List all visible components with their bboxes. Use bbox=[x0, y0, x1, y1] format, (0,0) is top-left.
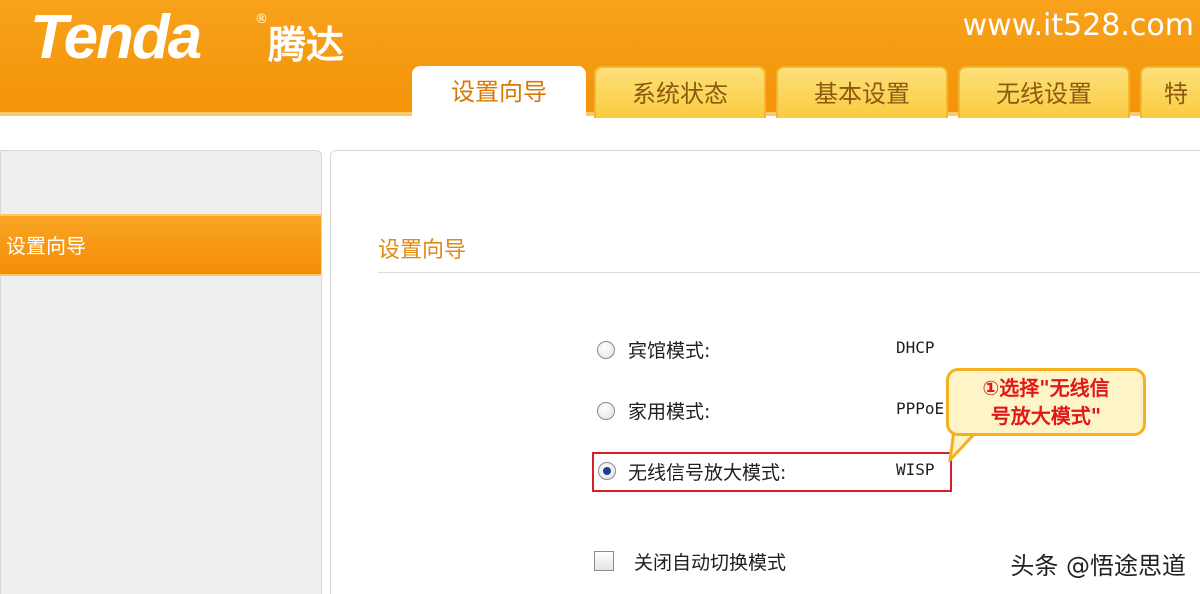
checkbox-label: 关闭自动切换模式 bbox=[634, 552, 787, 574]
source-watermark: 头条 @悟途思道 bbox=[1010, 552, 1186, 580]
auto-switch-checkbox[interactable] bbox=[594, 551, 614, 571]
page-title: 设置向导 bbox=[378, 238, 467, 263]
option-label-home: 家用模式: bbox=[628, 401, 711, 423]
callout-line-2: 号放大模式" bbox=[990, 404, 1102, 428]
brand-logo: Tenda bbox=[30, 3, 202, 72]
option-value-dhcp: DHCP bbox=[896, 338, 935, 357]
option-label-hotel: 宾馆模式: bbox=[628, 340, 711, 362]
sidebar-item-label: 设置向导 bbox=[6, 234, 86, 258]
site-watermark: www.it528.com bbox=[962, 8, 1194, 43]
radio-home-mode[interactable] bbox=[597, 402, 615, 420]
tab-wireless-settings[interactable]: 无线设置 bbox=[958, 66, 1130, 118]
tab-more[interactable]: 特 bbox=[1140, 66, 1200, 118]
brand-logo-cn: 腾达 bbox=[268, 23, 345, 67]
tab-system-status[interactable]: 系统状态 bbox=[594, 66, 766, 118]
annotation-callout: ①选择"无线信 号放大模式" bbox=[946, 368, 1146, 436]
registered-mark: ® bbox=[255, 12, 268, 27]
title-divider bbox=[378, 272, 1200, 273]
tab-setup-wizard[interactable]: 设置向导 bbox=[412, 66, 586, 122]
option-value-pppoe: PPPoE bbox=[896, 399, 945, 418]
radio-hotel-mode[interactable] bbox=[597, 341, 615, 359]
highlight-box bbox=[592, 452, 952, 492]
callout-line-1: ①选择"无线信 bbox=[982, 376, 1110, 400]
tab-basic-settings[interactable]: 基本设置 bbox=[776, 66, 948, 118]
